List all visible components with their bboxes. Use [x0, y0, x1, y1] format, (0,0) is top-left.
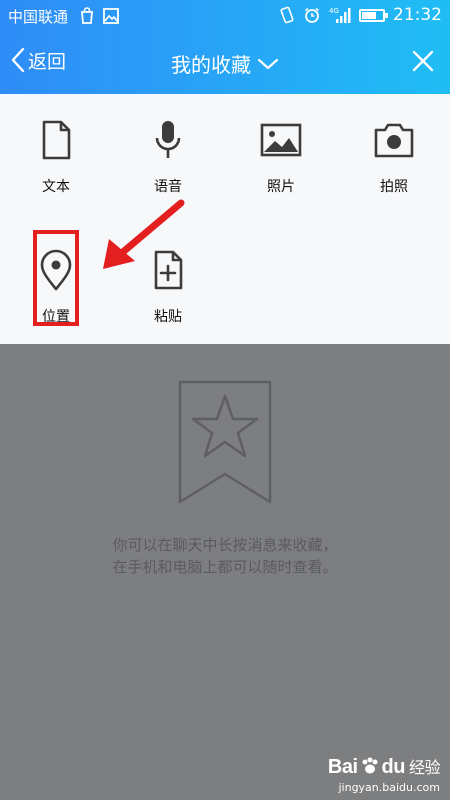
annotation-arrow-icon [103, 199, 185, 269]
svg-text:4G: 4G [329, 7, 339, 15]
action-camera[interactable]: 拍照 [352, 118, 436, 214]
notification-bag-icon [81, 7, 93, 24]
action-label: 拍照 [380, 179, 408, 195]
bookmark-star-icon [178, 380, 272, 504]
microphone-icon [155, 121, 181, 158]
empty-hint-line1: 你可以在聊天中长按消息来收藏， [112, 536, 338, 554]
clock: 21:32 [393, 5, 442, 25]
nav-bar: 返回 我的收藏 [0, 32, 450, 94]
watermark-url: jingyan.baidu.com [338, 781, 440, 794]
alarm-icon [305, 7, 319, 23]
action-label: 粘贴 [154, 309, 182, 325]
notification-image-icon [103, 8, 119, 24]
header: 中国联通 4G 21:32 返回 我的收藏 [0, 0, 450, 94]
status-indicators: 4G 21:32 [279, 5, 442, 25]
battery-icon [359, 8, 388, 22]
vibrate-icon [280, 6, 294, 24]
chevron-down-icon [257, 58, 279, 69]
camera-icon [374, 123, 414, 158]
page-title: 我的收藏 [171, 53, 251, 77]
watermark-logo: Bai du 经验 [327, 756, 441, 778]
action-label: 语音 [154, 179, 182, 195]
action-text[interactable]: 文本 [14, 118, 98, 214]
close-button[interactable] [412, 50, 434, 76]
action-label: 照片 [267, 179, 295, 195]
battery-level [362, 11, 376, 19]
action-photo[interactable]: 照片 [239, 118, 323, 214]
close-icon [412, 50, 434, 72]
highlight-box [33, 230, 79, 326]
paw-icon [362, 757, 378, 774]
watermark: Bai du 经验 jingyan.baidu.com [327, 754, 441, 794]
document-icon [42, 120, 71, 160]
notification-icons [78, 7, 120, 25]
action-label: 文本 [42, 179, 70, 195]
image-icon [260, 123, 302, 157]
empty-state: 你可以在聊天中长按消息来收藏， 在手机和电脑上都可以随时查看。 Bai du 经验… [0, 344, 450, 800]
empty-hint-line2: 在手机和电脑上都可以随时查看。 [112, 558, 338, 576]
signal-icon: 4G [329, 7, 351, 23]
status-bar: 中国联通 4G 21:32 [0, 0, 450, 32]
title-dropdown[interactable]: 我的收藏 [0, 49, 450, 78]
carrier-name: 中国联通 [8, 8, 69, 26]
